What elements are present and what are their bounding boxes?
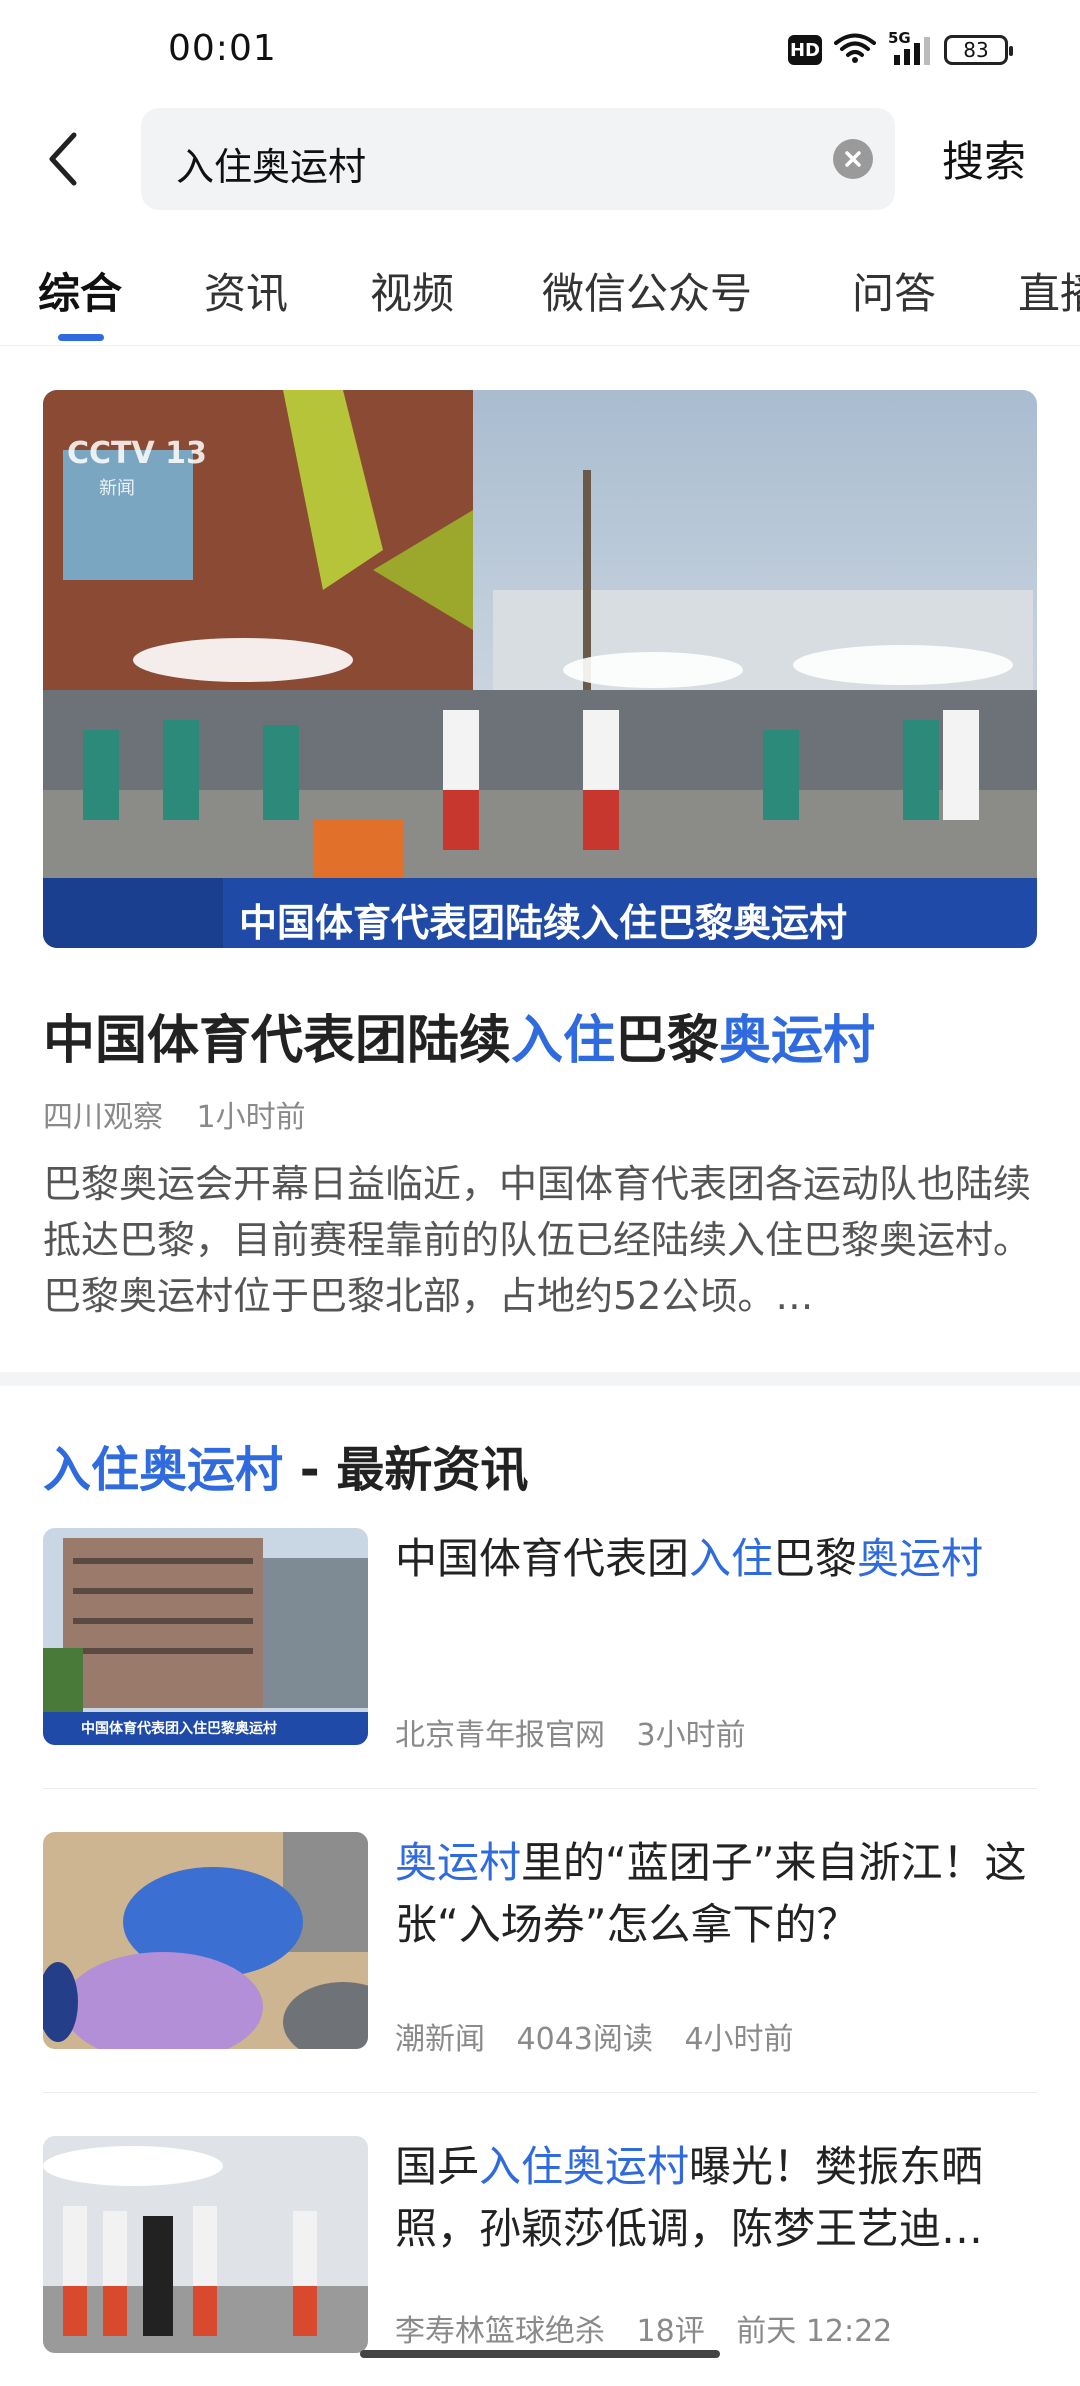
- title-segment: 巴黎: [773, 1534, 858, 1583]
- title-segment: 巴黎: [615, 1011, 720, 1071]
- news-title: 奥运村里的“蓝团子”来自浙江！这张“入场券”怎么拿下的？: [395, 1832, 1045, 1956]
- latest-news-title[interactable]: 入住奥运村 - 最新资讯: [43, 1430, 528, 1500]
- cellular-signal-icon: 5G: [888, 29, 932, 67]
- search-input[interactable]: 入住奥运村: [141, 108, 895, 210]
- news-item[interactable]: 奥运村里的“蓝团子”来自浙江！这张“入场券”怎么拿下的？ 潮新闻 4043阅读 …: [43, 1832, 1037, 2082]
- item-divider: [43, 1788, 1037, 1789]
- news-thumbnail: [43, 1832, 368, 2049]
- title-highlight: 入住奥运村: [479, 2142, 690, 2191]
- news-reads: 18评: [636, 2314, 705, 2349]
- news-source: 潮新闻: [395, 2022, 485, 2057]
- title-highlight: 奥运村: [719, 1011, 876, 1071]
- hd-icon: HD: [788, 35, 822, 65]
- battery-level: 83: [963, 38, 989, 62]
- news-item[interactable]: 中国体育代表团入住巴黎奥运村 中国体育代表团入住巴黎奥运村 北京青年报官网 3小…: [43, 1528, 1037, 1778]
- image-caption: 中国体育代表团陆续入住巴黎奥运村: [239, 901, 848, 945]
- top-article-image[interactable]: CCTV 13 新闻 中国体育代表团陆续入住巴黎奥运村: [43, 390, 1037, 948]
- news-item[interactable]: 国乒入住奥运村曝光！樊振东晒照，孙颖莎低调，陈梦王艺迪… 李寿林篮球绝杀 18评…: [43, 2136, 1037, 2386]
- tab-news[interactable]: 资讯: [204, 260, 288, 321]
- item-divider: [43, 2092, 1037, 2093]
- section-title-rest: - 最新资讯: [283, 1442, 529, 1498]
- tab-comprehensive[interactable]: 综合: [38, 260, 122, 321]
- olympic-village-news-image: [43, 390, 1037, 948]
- top-article-meta: 四川观察 1小时前: [43, 1092, 330, 1136]
- close-icon: [845, 151, 861, 167]
- news-title: 国乒入住奥运村曝光！樊振东晒照，孙颖莎低调，陈梦王艺迪…: [395, 2136, 1045, 2260]
- section-divider: [0, 1372, 1080, 1386]
- title-segment: 中国体育代表团: [395, 1534, 690, 1583]
- news-reads: 4043阅读: [516, 2022, 653, 2057]
- battery-icon: 83: [944, 35, 1013, 65]
- section-title-highlight: 入住奥运村: [43, 1442, 284, 1498]
- status-time: 00:01: [168, 28, 277, 69]
- back-button[interactable]: [38, 128, 88, 190]
- news-source: 李寿林篮球绝杀: [395, 2314, 605, 2349]
- title-highlight: 奥运村: [857, 1534, 984, 1583]
- title-segment: 中国体育代表团陆续: [43, 1011, 512, 1071]
- news-time: 3小时前: [636, 1718, 746, 1753]
- chevron-left-icon: [49, 132, 77, 186]
- title-highlight: 入住: [511, 1011, 616, 1071]
- cctv-logo-sub: 新闻: [99, 478, 135, 499]
- search-query-text: 入住奥运村: [176, 145, 367, 189]
- article-time: 1小时前: [196, 1100, 306, 1135]
- news-meta: 北京青年报官网 3小时前: [395, 1710, 768, 1754]
- news-meta: 李寿林篮球绝杀 18评 前天 12:22: [395, 2306, 914, 2350]
- status-icons: HD 5G 83: [788, 29, 1013, 68]
- search-button[interactable]: 搜索: [942, 128, 1026, 189]
- home-indicator[interactable]: [360, 2350, 720, 2358]
- news-source: 北京青年报官网: [395, 1718, 605, 1753]
- news-thumbnail: [43, 2136, 368, 2353]
- title-highlight: 入住: [689, 1534, 774, 1583]
- news-thumbnail: 中国体育代表团入住巴黎奥运村: [43, 1528, 368, 1745]
- active-tab-indicator: [58, 334, 104, 341]
- status-bar: 00:01 HD 5G 83: [0, 0, 1080, 100]
- tab-qa[interactable]: 问答: [852, 260, 936, 321]
- tab-live[interactable]: 直播: [1018, 260, 1080, 321]
- search-header: 入住奥运村 搜索: [0, 104, 1080, 214]
- title-segment: 国乒: [395, 2142, 480, 2191]
- top-article-summary: 巴黎奥运会开幕日益临近，中国体育代表团各运动队也陆续抵达巴黎，目前赛程靠前的队伍…: [43, 1162, 1032, 1318]
- news-title: 中国体育代表团入住巴黎奥运村: [395, 1528, 1045, 1590]
- tab-video[interactable]: 视频: [370, 260, 454, 321]
- news-meta: 潮新闻 4043阅读 4小时前: [395, 2014, 816, 2058]
- article-source: 四川观察: [43, 1100, 163, 1135]
- wifi-icon: [834, 32, 876, 68]
- news-time: 4小时前: [684, 2022, 794, 2057]
- category-tabs: 综合 资讯 视频 微信公众号 问答 直播: [0, 250, 1080, 346]
- tab-wechat[interactable]: 微信公众号: [542, 260, 752, 321]
- news-time: 前天 12:22: [736, 2314, 893, 2349]
- thumb-caption: 中国体育代表团入住巴黎奥运村: [81, 1721, 277, 1737]
- clear-search-button[interactable]: [833, 139, 873, 179]
- top-article-title[interactable]: 中国体育代表团陆续入住巴黎奥运村: [43, 998, 1043, 1073]
- cctv-logo: CCTV 13: [67, 436, 207, 471]
- title-highlight: 奥运村: [395, 1838, 522, 1887]
